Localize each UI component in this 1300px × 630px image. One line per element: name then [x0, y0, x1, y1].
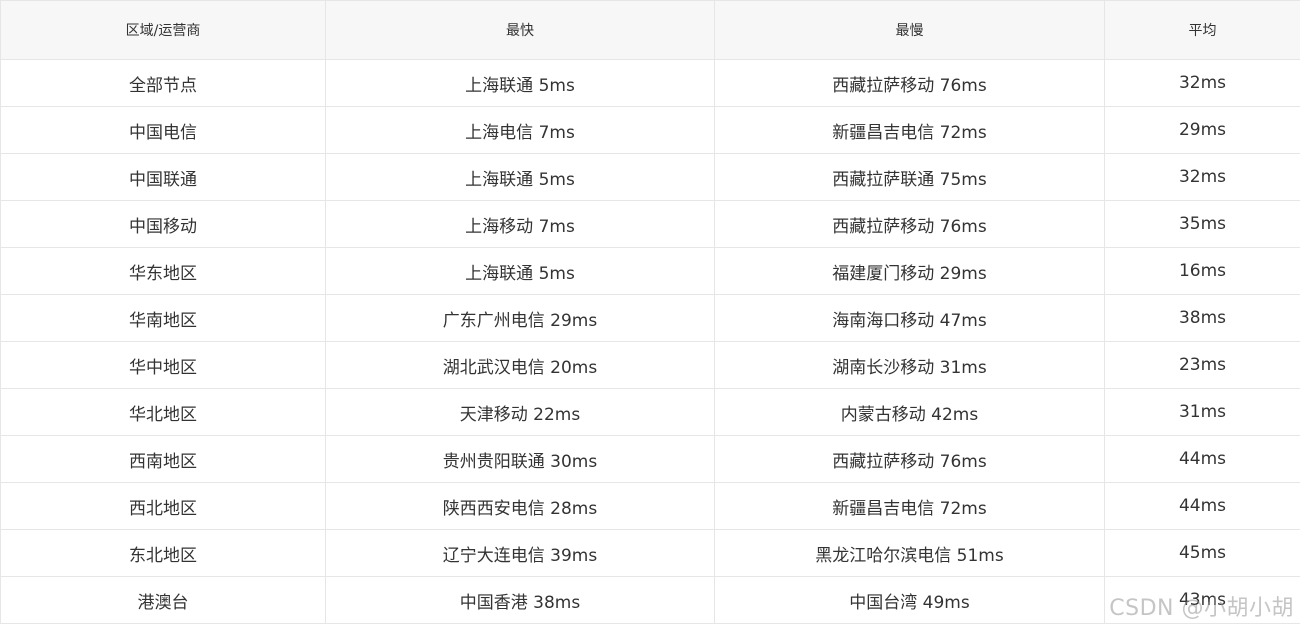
cell-fastest: 贵州贵阳联通 30ms — [325, 435, 715, 483]
cell-slowest: 福建厦门移动 29ms — [714, 247, 1105, 295]
cell-average: 29ms — [1104, 106, 1300, 154]
cell-average: 43ms — [1104, 576, 1300, 624]
table-row: 西北地区 陕西西安电信 28ms 新疆昌吉电信 72ms 44ms — [0, 482, 1300, 530]
table-row: 华东地区 上海联通 5ms 福建厦门移动 29ms 16ms — [0, 247, 1300, 295]
cell-fastest: 上海电信 7ms — [325, 106, 715, 154]
table-body: 全部节点 上海联通 5ms 西藏拉萨移动 76ms 32ms 中国电信 上海电信… — [0, 59, 1300, 624]
cell-slowest: 中国台湾 49ms — [714, 576, 1105, 624]
table-row: 华北地区 天津移动 22ms 内蒙古移动 42ms 31ms — [0, 388, 1300, 436]
cell-fastest: 上海联通 5ms — [325, 153, 715, 201]
table-row: 中国移动 上海移动 7ms 西藏拉萨移动 76ms 35ms — [0, 200, 1300, 248]
cell-average: 32ms — [1104, 59, 1300, 107]
cell-average: 45ms — [1104, 529, 1300, 577]
cell-slowest: 海南海口移动 47ms — [714, 294, 1105, 342]
latency-table: 区域/运营商 最快 最慢 平均 全部节点 上海联通 5ms 西藏拉萨移动 76m… — [0, 0, 1300, 624]
cell-average: 31ms — [1104, 388, 1300, 436]
cell-fastest: 湖北武汉电信 20ms — [325, 341, 715, 389]
cell-slowest: 新疆昌吉电信 72ms — [714, 106, 1105, 154]
cell-region: 华东地区 — [0, 247, 326, 295]
cell-slowest: 内蒙古移动 42ms — [714, 388, 1105, 436]
header-fastest: 最快 — [325, 0, 715, 60]
table-row: 华中地区 湖北武汉电信 20ms 湖南长沙移动 31ms 23ms — [0, 341, 1300, 389]
cell-fastest: 上海移动 7ms — [325, 200, 715, 248]
cell-average: 44ms — [1104, 482, 1300, 530]
table-row: 华南地区 广东广州电信 29ms 海南海口移动 47ms 38ms — [0, 294, 1300, 342]
cell-average: 16ms — [1104, 247, 1300, 295]
cell-average: 35ms — [1104, 200, 1300, 248]
cell-fastest: 辽宁大连电信 39ms — [325, 529, 715, 577]
cell-slowest: 黑龙江哈尔滨电信 51ms — [714, 529, 1105, 577]
cell-slowest: 西藏拉萨移动 76ms — [714, 435, 1105, 483]
cell-slowest: 西藏拉萨联通 75ms — [714, 153, 1105, 201]
cell-region: 西北地区 — [0, 482, 326, 530]
cell-region: 华北地区 — [0, 388, 326, 436]
cell-region: 东北地区 — [0, 529, 326, 577]
table-row: 东北地区 辽宁大连电信 39ms 黑龙江哈尔滨电信 51ms 45ms — [0, 529, 1300, 577]
cell-average: 38ms — [1104, 294, 1300, 342]
table-row: 中国联通 上海联通 5ms 西藏拉萨联通 75ms 32ms — [0, 153, 1300, 201]
cell-region: 华中地区 — [0, 341, 326, 389]
cell-region: 西南地区 — [0, 435, 326, 483]
cell-average: 32ms — [1104, 153, 1300, 201]
cell-region: 全部节点 — [0, 59, 326, 107]
cell-slowest: 西藏拉萨移动 76ms — [714, 59, 1105, 107]
cell-fastest: 上海联通 5ms — [325, 59, 715, 107]
cell-average: 44ms — [1104, 435, 1300, 483]
cell-region: 中国移动 — [0, 200, 326, 248]
cell-slowest: 新疆昌吉电信 72ms — [714, 482, 1105, 530]
cell-fastest: 陕西西安电信 28ms — [325, 482, 715, 530]
header-row: 区域/运营商 最快 最慢 平均 — [0, 0, 1300, 60]
table-row: 中国电信 上海电信 7ms 新疆昌吉电信 72ms 29ms — [0, 106, 1300, 154]
header-slowest: 最慢 — [714, 0, 1105, 60]
cell-slowest: 湖南长沙移动 31ms — [714, 341, 1105, 389]
cell-slowest: 西藏拉萨移动 76ms — [714, 200, 1105, 248]
cell-average: 23ms — [1104, 341, 1300, 389]
cell-region: 华南地区 — [0, 294, 326, 342]
cell-region: 港澳台 — [0, 576, 326, 624]
cell-fastest: 天津移动 22ms — [325, 388, 715, 436]
cell-fastest: 上海联通 5ms — [325, 247, 715, 295]
table-header: 区域/运营商 最快 最慢 平均 — [0, 0, 1300, 60]
cell-region: 中国联通 — [0, 153, 326, 201]
cell-region: 中国电信 — [0, 106, 326, 154]
header-average: 平均 — [1104, 0, 1300, 60]
table-row: 全部节点 上海联通 5ms 西藏拉萨移动 76ms 32ms — [0, 59, 1300, 107]
table-row: 港澳台 中国香港 38ms 中国台湾 49ms 43ms — [0, 576, 1300, 624]
cell-fastest: 中国香港 38ms — [325, 576, 715, 624]
cell-fastest: 广东广州电信 29ms — [325, 294, 715, 342]
header-region: 区域/运营商 — [0, 0, 326, 60]
table-row: 西南地区 贵州贵阳联通 30ms 西藏拉萨移动 76ms 44ms — [0, 435, 1300, 483]
